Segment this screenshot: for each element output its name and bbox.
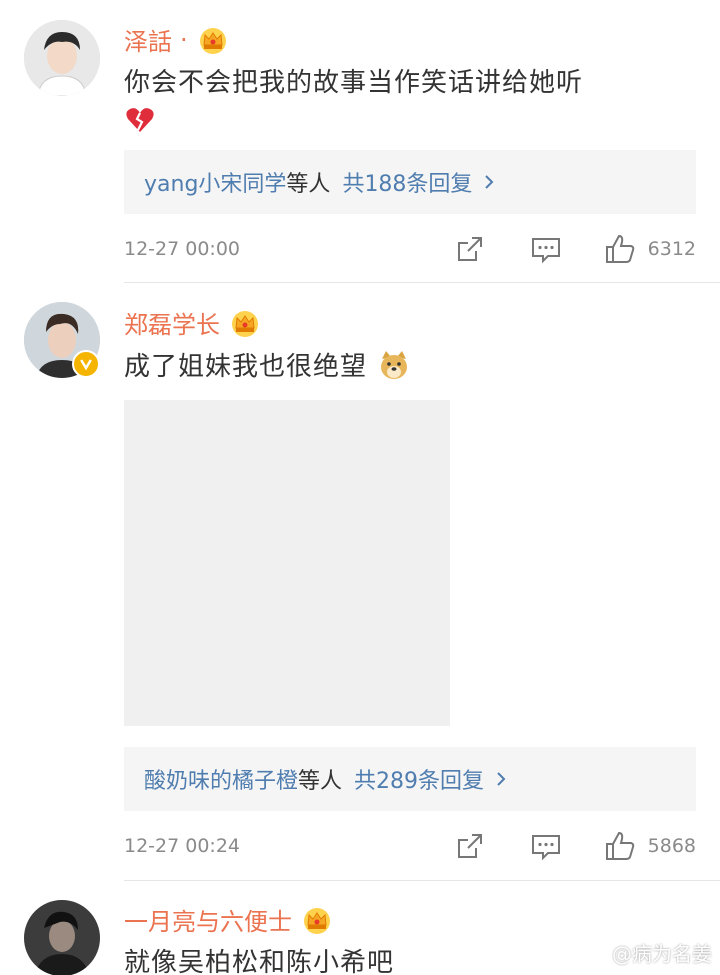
doge-icon — [381, 351, 408, 379]
username[interactable]: 泽話 · — [124, 22, 228, 57]
comment-icon[interactable] — [530, 233, 562, 265]
crown-icon — [232, 310, 258, 337]
avatar-image — [24, 900, 100, 975]
like-icon[interactable] — [604, 830, 636, 862]
like-count: 6312 — [647, 238, 696, 260]
broken-heart-icon — [126, 108, 154, 132]
username-text[interactable]: 郑磊学长 — [124, 305, 220, 340]
comment-meta: 12-27 00:00 6312 — [124, 234, 696, 264]
share-icon[interactable] — [454, 830, 486, 862]
share-icon[interactable] — [454, 233, 486, 265]
comment-text: 你会不会把我的故事当作笑话讲给她听 — [124, 68, 584, 98]
reply-count[interactable]: 共289条回复 — [354, 763, 484, 795]
chevron-right-icon — [497, 772, 506, 786]
reply-count[interactable]: 共188条回复 — [342, 166, 472, 198]
divider — [124, 880, 720, 881]
name-separator: · — [180, 25, 188, 54]
username-text[interactable]: 一月亮与六便士 — [124, 902, 292, 937]
like-icon[interactable] — [604, 233, 636, 265]
replies-link[interactable]: yang小宋同学 等人 共188条回复 — [124, 150, 696, 214]
avatar[interactable] — [24, 900, 100, 975]
comment-meta: 12-27 00:24 5868 — [124, 831, 696, 861]
comment-text: 成了姐妹我也很绝望 — [124, 346, 410, 383]
verified-badge-icon — [72, 350, 100, 378]
comment-text-content: 成了姐妹我也很绝望 — [124, 352, 368, 382]
reply-user-names[interactable]: 酸奶味的橘子橙 — [144, 763, 298, 795]
watermark: @病为名姜 — [578, 938, 712, 967]
weibo-logo-icon — [579, 942, 606, 965]
username[interactable]: 郑磊学长 — [124, 305, 260, 340]
username-text[interactable]: 泽話 — [124, 22, 172, 57]
replies-link[interactable]: 酸奶味的橘子橙 等人 共289条回复 — [124, 747, 696, 811]
verified-check-icon — [80, 359, 92, 371]
watermark-text: @病为名姜 — [612, 942, 712, 966]
reply-others-label: 等人 — [298, 769, 343, 794]
timestamp: 12-27 00:00 — [124, 238, 241, 260]
chevron-right-icon — [485, 175, 494, 189]
comment-actions: 6312 — [454, 234, 696, 264]
comment-text: 就像吴柏松和陈小希吧 — [124, 948, 395, 975]
avatar-image — [24, 20, 100, 96]
comment-image[interactable] — [124, 400, 450, 726]
comment-actions: 5868 — [454, 831, 696, 861]
timestamp: 12-27 00:24 — [124, 835, 241, 857]
reply-others-label: 等人 — [286, 172, 331, 197]
divider — [124, 282, 720, 283]
crown-icon — [199, 27, 226, 54]
reply-user-names[interactable]: yang小宋同学 — [144, 166, 286, 198]
avatar[interactable] — [24, 20, 100, 96]
username[interactable]: 一月亮与六便士 — [124, 902, 332, 937]
crown-icon — [304, 907, 330, 934]
like-count: 5868 — [647, 835, 696, 857]
comment-icon[interactable] — [530, 830, 562, 862]
